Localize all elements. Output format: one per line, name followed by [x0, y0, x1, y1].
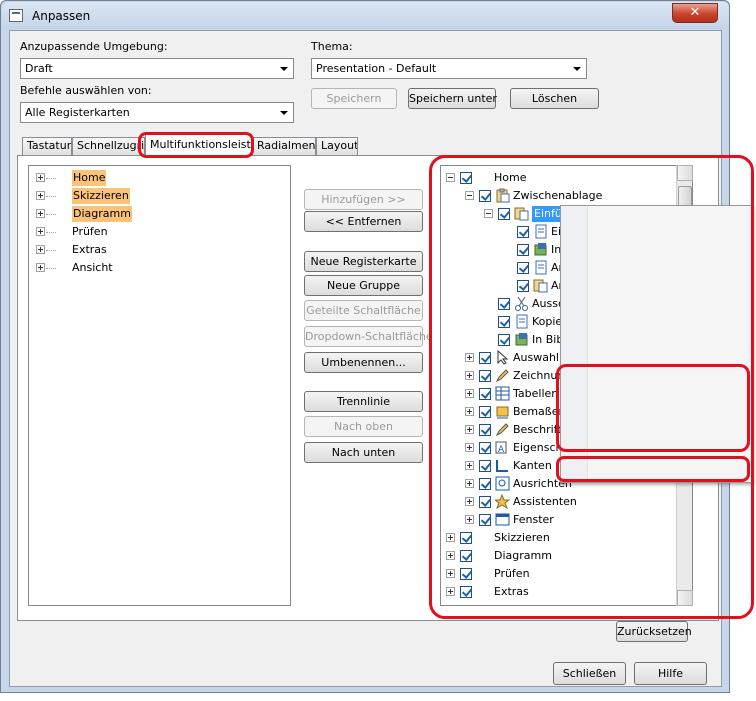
help-button[interactable]: Hilfe — [634, 662, 707, 685]
tree-connector — [46, 196, 56, 197]
move-down-button[interactable]: Nach unten — [304, 442, 423, 463]
expand-plus-icon[interactable] — [36, 245, 45, 254]
separator-button[interactable]: Trennlinie — [304, 391, 423, 412]
close-window-button[interactable]: ✕ — [672, 3, 718, 23]
annotation-ring-active-tab — [138, 132, 254, 158]
tree-item-label: Prüfen — [72, 225, 108, 238]
theme-label: Thema: — [311, 40, 353, 53]
chevron-down-icon — [280, 67, 288, 71]
tab-radialmenue[interactable]: Radialmenü — [252, 137, 316, 155]
window-title: Anpassen — [32, 9, 91, 23]
commands-from-label: Befehle auswählen von: — [20, 84, 152, 97]
tree-connector — [46, 178, 56, 179]
delete-theme-button[interactable]: Löschen — [510, 88, 599, 109]
tab-layout[interactable]: Layout — [316, 137, 358, 155]
available-commands-tree[interactable] — [28, 165, 291, 606]
add-button[interactable]: Hinzufügen >> — [304, 189, 423, 210]
rename-button[interactable]: Umbenennen... — [304, 352, 423, 373]
annotation-ring-button-size — [556, 364, 750, 452]
theme-value: Presentation - Default — [316, 62, 437, 75]
environment-value: Draft — [25, 62, 53, 75]
split-button-button[interactable]: Geteilte Schaltfläche — [304, 300, 423, 321]
tree-item-label: Extras — [72, 243, 107, 256]
tab-tastatur[interactable]: Tastatur — [22, 137, 72, 155]
tree-item-label: Ansicht — [72, 261, 113, 274]
tree-connector — [46, 214, 56, 215]
expand-plus-icon[interactable] — [36, 227, 45, 236]
theme-combo[interactable]: Presentation - Default — [311, 58, 587, 79]
reset-button[interactable]: Zurücksetzen — [616, 621, 692, 642]
close-button[interactable]: Schließen — [553, 662, 626, 685]
chevron-down-icon — [280, 111, 288, 115]
expand-plus-icon[interactable] — [36, 173, 45, 182]
save-theme-button[interactable]: Speichern — [311, 88, 397, 109]
tree-item-label: Skizzieren — [72, 188, 130, 204]
commands-from-combo[interactable]: Alle Registerkarten — [20, 102, 294, 123]
save-theme-as-button[interactable]: Speichern unter — [408, 88, 497, 109]
tab-schnellzugriff[interactable]: Schnellzugriff — [72, 137, 145, 155]
annotation-ring-button-options — [556, 456, 750, 482]
tree-item-label: Diagramm — [72, 206, 132, 222]
chevron-down-icon — [573, 67, 581, 71]
expand-plus-icon[interactable] — [36, 263, 45, 272]
expand-plus-icon[interactable] — [36, 191, 45, 200]
move-up-button[interactable]: Nach oben — [304, 416, 423, 437]
tree-connector — [46, 268, 56, 269]
remove-button[interactable]: << Entfernen — [304, 211, 423, 232]
dropdown-button-button[interactable]: Dropdown-Schaltfläche — [304, 326, 433, 347]
commands-from-value: Alle Registerkarten — [25, 106, 130, 119]
environment-label: Anzupassende Umgebung: — [20, 40, 168, 53]
new-tab-button[interactable]: Neue Registerkarte — [304, 251, 423, 272]
expand-plus-icon[interactable] — [36, 209, 45, 218]
window-icon — [9, 9, 23, 22]
title-bar[interactable]: Anpassen ✕ — [2, 2, 729, 29]
new-group-button[interactable]: Neue Gruppe — [304, 275, 423, 296]
tree-item-label: Home — [72, 170, 107, 186]
tree-connector — [46, 250, 56, 251]
environment-combo[interactable]: Draft — [20, 58, 294, 79]
tree-connector — [46, 232, 56, 233]
